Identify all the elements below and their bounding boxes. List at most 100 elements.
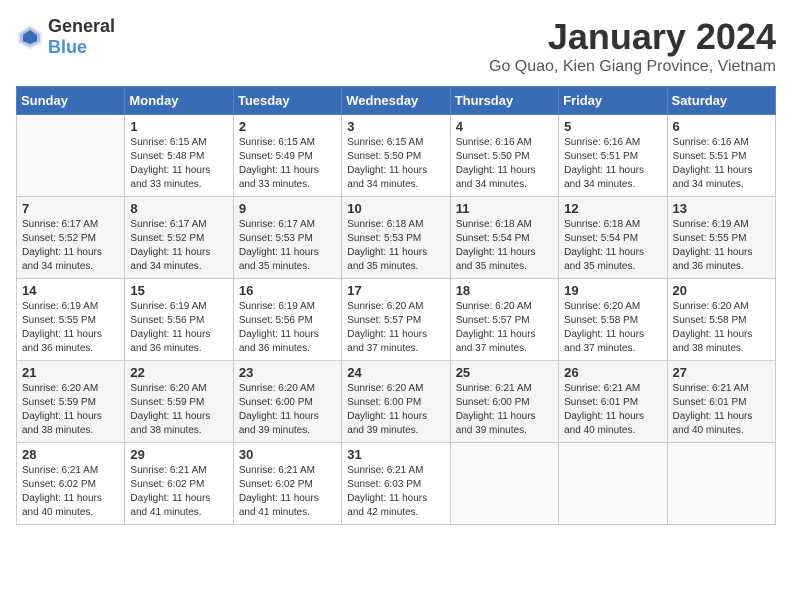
calendar-cell: 25Sunrise: 6:21 AMSunset: 6:00 PMDayligh… [450, 361, 558, 443]
day-info: Sunrise: 6:16 AMSunset: 5:51 PMDaylight:… [564, 136, 661, 192]
day-number: 27 [673, 365, 770, 380]
calendar-title: January 2024 [489, 16, 776, 58]
calendar-cell: 18 Sunrise: 6:20 AMSunset: 5:57 PMDayligh… [450, 279, 558, 361]
title-block: January 2024 Go Quao, Kien Giang Provinc… [489, 16, 776, 76]
day-info: Sunrise: 6:20 AMSunset: 6:00 PMDaylight:… [347, 382, 444, 438]
day-number: 22 [130, 365, 227, 380]
calendar-cell: 19Sunrise: 6:20 AMSunset: 5:58 PMDayligh… [559, 279, 667, 361]
day-info: Sunrise: 6:20 AMSunset: 5:59 PMDaylight:… [22, 382, 119, 438]
week-row-5: 28 Sunrise: 6:21 AMSunset: 6:02 PMDayligh… [17, 443, 776, 525]
logo-general: General [48, 16, 115, 36]
day-number: 1 [130, 119, 227, 134]
day-number: 31 [347, 447, 444, 462]
weekday-header-sunday: Sunday [17, 87, 125, 115]
day-info: Sunrise: 6:19 AMSunset: 5:55 PMDaylight:… [673, 218, 770, 274]
day-number: 28 [22, 447, 119, 462]
calendar-cell: 22 Sunrise: 6:20 AMSunset: 5:59 PMDayligh… [125, 361, 233, 443]
day-info: Sunrise: 6:17 AMSunset: 5:52 PMDaylight:… [22, 218, 119, 274]
day-info: Sunrise: 6:21 AMSunset: 6:00 PMDaylight:… [456, 382, 553, 438]
day-info: Sunrise: 6:18 AMSunset: 5:54 PMDaylight:… [564, 218, 661, 274]
day-number: 8 [130, 201, 227, 216]
day-number: 20 [673, 283, 770, 298]
day-info: Sunrise: 6:16 AMSunset: 5:51 PMDaylight:… [673, 136, 770, 192]
weekday-header-monday: Monday [125, 87, 233, 115]
calendar-cell: 26 Sunrise: 6:21 AMSunset: 6:01 PMDayligh… [559, 361, 667, 443]
weekday-header-saturday: Saturday [667, 87, 775, 115]
day-info: Sunrise: 6:18 AMSunset: 5:53 PMDaylight:… [347, 218, 444, 274]
calendar-cell: 6 Sunrise: 6:16 AMSunset: 5:51 PMDaylight… [667, 115, 775, 197]
calendar-cell: 9 Sunrise: 6:17 AMSunset: 5:53 PMDaylight… [233, 197, 341, 279]
calendar-cell: 3 Sunrise: 6:15 AMSunset: 5:50 PMDaylight… [342, 115, 450, 197]
day-number: 26 [564, 365, 661, 380]
day-info: Sunrise: 6:21 AMSunset: 6:01 PMDaylight:… [673, 382, 770, 438]
day-number: 3 [347, 119, 444, 134]
calendar-cell: 1 Sunrise: 6:15 AMSunset: 5:48 PMDaylight… [125, 115, 233, 197]
day-info: Sunrise: 6:20 AMSunset: 6:00 PMDaylight:… [239, 382, 336, 438]
calendar-cell: 7 Sunrise: 6:17 AMSunset: 5:52 PMDaylight… [17, 197, 125, 279]
day-info: Sunrise: 6:20 AMSunset: 5:59 PMDaylight:… [130, 382, 227, 438]
day-info: Sunrise: 6:17 AMSunset: 5:52 PMDaylight:… [130, 218, 227, 274]
day-info: Sunrise: 6:16 AMSunset: 5:50 PMDaylight:… [456, 136, 553, 192]
logo-text: General Blue [48, 16, 115, 58]
calendar-cell: 2Sunrise: 6:15 AMSunset: 5:49 PMDaylight… [233, 115, 341, 197]
calendar-cell: 10Sunrise: 6:18 AMSunset: 5:53 PMDayligh… [342, 197, 450, 279]
calendar-cell [17, 115, 125, 197]
day-info: Sunrise: 6:19 AMSunset: 5:56 PMDaylight:… [239, 300, 336, 356]
calendar-cell: 16 Sunrise: 6:19 AMSunset: 5:56 PMDayligh… [233, 279, 341, 361]
day-info: Sunrise: 6:21 AMSunset: 6:01 PMDaylight:… [564, 382, 661, 438]
calendar-cell: 21 Sunrise: 6:20 AMSunset: 5:59 PMDayligh… [17, 361, 125, 443]
logo-icon [16, 23, 44, 51]
day-info: Sunrise: 6:17 AMSunset: 5:53 PMDaylight:… [239, 218, 336, 274]
calendar-cell: 11Sunrise: 6:18 AMSunset: 5:54 PMDayligh… [450, 197, 558, 279]
calendar-cell: 4 Sunrise: 6:16 AMSunset: 5:50 PMDaylight… [450, 115, 558, 197]
day-number: 16 [239, 283, 336, 298]
day-number: 15 [130, 283, 227, 298]
calendar-cell [667, 443, 775, 525]
day-info: Sunrise: 6:19 AMSunset: 5:55 PMDaylight:… [22, 300, 119, 356]
day-number: 17 [347, 283, 444, 298]
day-info: Sunrise: 6:21 AMSunset: 6:03 PMDaylight:… [347, 464, 444, 520]
calendar-cell: 28 Sunrise: 6:21 AMSunset: 6:02 PMDayligh… [17, 443, 125, 525]
week-row-3: 14 Sunrise: 6:19 AMSunset: 5:55 PMDayligh… [17, 279, 776, 361]
day-info: Sunrise: 6:21 AMSunset: 6:02 PMDaylight:… [22, 464, 119, 520]
calendar-cell: 31 Sunrise: 6:21 AMSunset: 6:03 PMDayligh… [342, 443, 450, 525]
day-info: Sunrise: 6:15 AMSunset: 5:48 PMDaylight:… [130, 136, 227, 192]
calendar-cell: 30 Sunrise: 6:21 AMSunset: 6:02 PMDayligh… [233, 443, 341, 525]
calendar-cell: 23Sunrise: 6:20 AMSunset: 6:00 PMDayligh… [233, 361, 341, 443]
day-info: Sunrise: 6:19 AMSunset: 5:56 PMDaylight:… [130, 300, 227, 356]
day-info: Sunrise: 6:15 AMSunset: 5:50 PMDaylight:… [347, 136, 444, 192]
calendar-cell [450, 443, 558, 525]
day-info: Sunrise: 6:20 AMSunset: 5:57 PMDaylight:… [456, 300, 553, 356]
day-number: 14 [22, 283, 119, 298]
calendar-cell: 14 Sunrise: 6:19 AMSunset: 5:55 PMDayligh… [17, 279, 125, 361]
logo-blue: Blue [48, 37, 87, 57]
day-number: 9 [239, 201, 336, 216]
logo: General Blue [16, 16, 115, 58]
day-info: Sunrise: 6:21 AMSunset: 6:02 PMDaylight:… [130, 464, 227, 520]
day-number: 18 [456, 283, 553, 298]
calendar-cell: 15 Sunrise: 6:19 AMSunset: 5:56 PMDayligh… [125, 279, 233, 361]
weekday-header-tuesday: Tuesday [233, 87, 341, 115]
calendar-cell: 20 Sunrise: 6:20 AMSunset: 5:58 PMDayligh… [667, 279, 775, 361]
calendar-cell: 13 Sunrise: 6:19 AMSunset: 5:55 PMDayligh… [667, 197, 775, 279]
day-number: 21 [22, 365, 119, 380]
day-number: 24 [347, 365, 444, 380]
day-number: 30 [239, 447, 336, 462]
week-row-1: 1 Sunrise: 6:15 AMSunset: 5:48 PMDaylight… [17, 115, 776, 197]
page-header: General Blue January 2024 Go Quao, Kien … [16, 16, 776, 76]
day-info: Sunrise: 6:15 AMSunset: 5:49 PMDaylight:… [239, 136, 336, 192]
day-info: Sunrise: 6:21 AMSunset: 6:02 PMDaylight:… [239, 464, 336, 520]
day-info: Sunrise: 6:18 AMSunset: 5:54 PMDaylight:… [456, 218, 553, 274]
calendar-subtitle: Go Quao, Kien Giang Province, Vietnam [489, 58, 776, 76]
day-info: Sunrise: 6:20 AMSunset: 5:58 PMDaylight:… [564, 300, 661, 356]
day-number: 5 [564, 119, 661, 134]
week-row-2: 7 Sunrise: 6:17 AMSunset: 5:52 PMDaylight… [17, 197, 776, 279]
day-number: 6 [673, 119, 770, 134]
day-info: Sunrise: 6:20 AMSunset: 5:58 PMDaylight:… [673, 300, 770, 356]
calendar-cell: 8 Sunrise: 6:17 AMSunset: 5:52 PMDaylight… [125, 197, 233, 279]
day-number: 7 [22, 201, 119, 216]
day-number: 4 [456, 119, 553, 134]
calendar-cell: 17Sunrise: 6:20 AMSunset: 5:57 PMDayligh… [342, 279, 450, 361]
calendar-cell: 27 Sunrise: 6:21 AMSunset: 6:01 PMDayligh… [667, 361, 775, 443]
day-number: 13 [673, 201, 770, 216]
